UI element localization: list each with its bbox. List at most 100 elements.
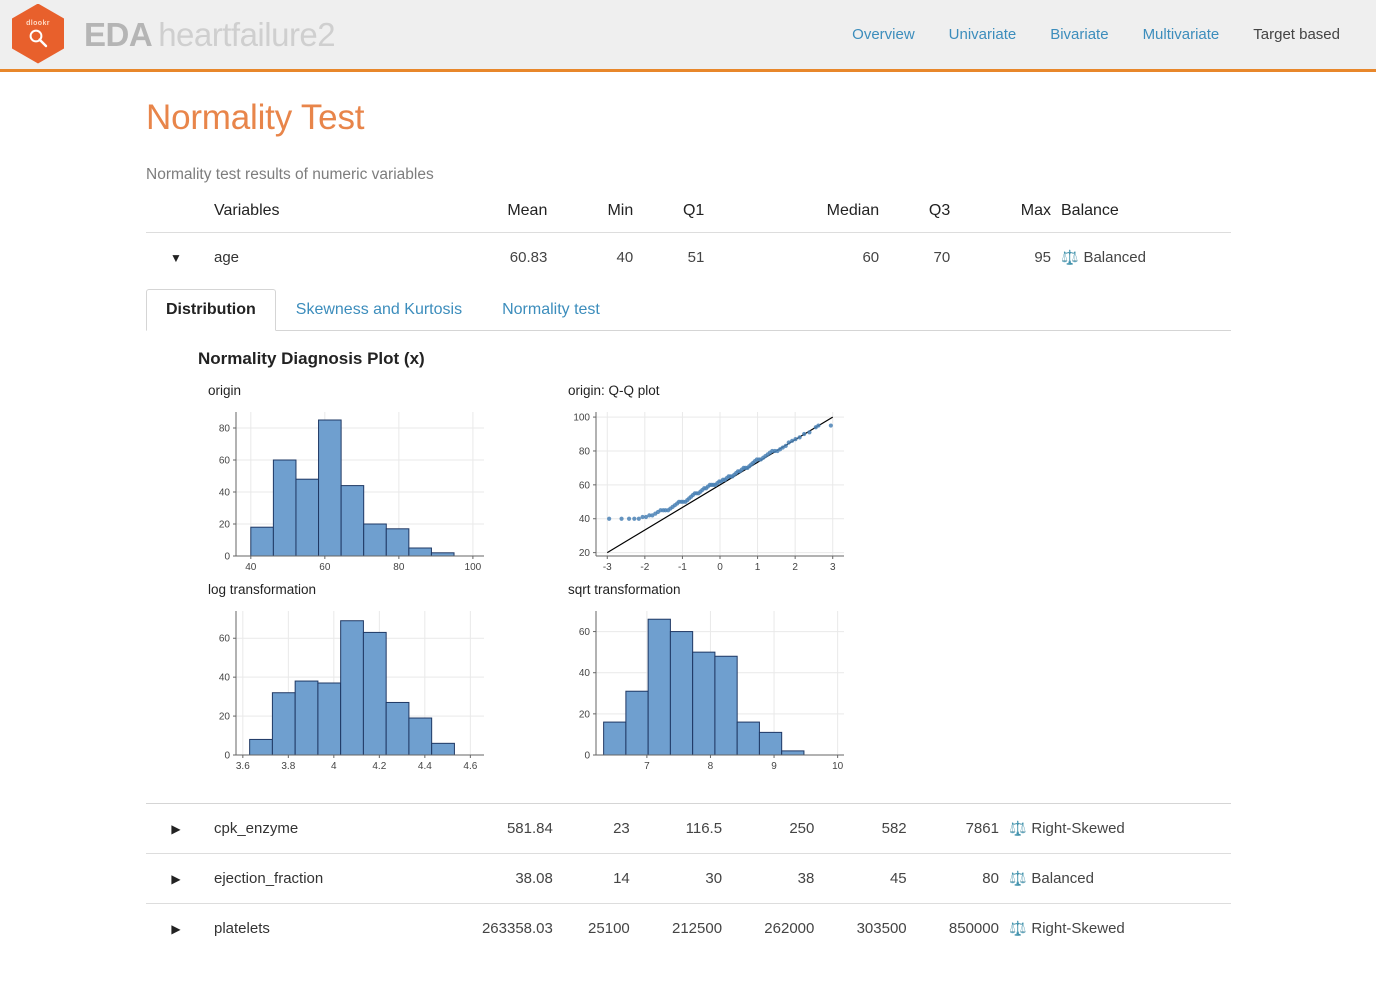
plot-caption-origin: origin xyxy=(208,383,242,398)
col-toggle xyxy=(146,202,206,233)
table-row[interactable]: ▶ cpk_enzyme 581.84 23 116.5 250 582 786… xyxy=(146,804,1231,854)
tab-skewness-and-kurtosis[interactable]: Skewness and Kurtosis xyxy=(276,289,482,331)
cell-q3-age: 70 xyxy=(879,232,951,282)
cell-q1-platelets: 212500 xyxy=(629,903,723,953)
nav-link-bivariate[interactable]: Bivariate xyxy=(1050,26,1108,43)
svg-text:1: 1 xyxy=(755,562,761,573)
svg-text:2: 2 xyxy=(792,562,798,573)
svg-text:10: 10 xyxy=(832,761,844,772)
row-toggle-platelets[interactable]: ▶ xyxy=(146,903,206,953)
svg-text:20: 20 xyxy=(579,709,591,720)
cell-variable-ejection-fraction: ejection_fraction xyxy=(206,853,423,904)
nav-link-multivariate[interactable]: Multivariate xyxy=(1143,26,1220,43)
table-row[interactable]: ▼ age 60.83 40 51 60 70 95 ⚖️ Balanced xyxy=(146,232,1231,282)
balance-label-ejection-fraction: Balanced xyxy=(1031,870,1094,887)
plot-caption-log: log transformation xyxy=(208,582,317,597)
svg-text:4.2: 4.2 xyxy=(372,761,386,772)
plot-qq: origin: Q-Q plot -3 -2 -1 0 1 2 3 20 40 60 80 100 xyxy=(556,383,916,582)
balance-label-age: Balanced xyxy=(1083,249,1146,266)
svg-text:20: 20 xyxy=(579,548,591,559)
svg-text:100: 100 xyxy=(573,413,590,424)
svg-text:20: 20 xyxy=(219,520,231,531)
normality-stats-table-rest: ▶ cpk_enzyme 581.84 23 116.5 250 582 786… xyxy=(146,804,1231,953)
row-toggle-cpk-enzyme[interactable]: ▶ xyxy=(146,804,206,854)
row-toggle-age[interactable]: ▼ xyxy=(146,232,206,282)
nav-link-target-based[interactable]: Target based xyxy=(1253,26,1340,43)
svg-text:3: 3 xyxy=(830,562,836,573)
app-logo[interactable]: dlookr xyxy=(12,3,68,66)
cell-min-platelets: 25100 xyxy=(552,903,630,953)
brand-eda: EDA xyxy=(84,15,153,53)
cell-mean-platelets: 263358.03 xyxy=(422,903,553,953)
main-nav: Overview Univariate Bivariate Multivaria… xyxy=(852,26,1356,43)
diagnosis-plot-grid: origin 40 60 80 100 0 20 40 60 80 origin: Q-Q pl… xyxy=(196,383,1231,781)
plot-caption-sqrt: sqrt transformation xyxy=(568,582,681,597)
balance-scale-icon: ⚖️ xyxy=(1008,870,1027,886)
svg-text:3.6: 3.6 xyxy=(236,761,250,772)
svg-text:80: 80 xyxy=(579,446,591,457)
col-min: Min xyxy=(607,202,634,219)
balance-label-platelets: Right-Skewed xyxy=(1031,920,1125,937)
table-header-row: Variables Mean Min Q1 Median Q3 Max Bala… xyxy=(146,202,1231,233)
svg-text:-2: -2 xyxy=(640,562,649,573)
cell-q3-platelets: 303500 xyxy=(814,903,907,953)
cell-q1-cpk-enzyme: 116.5 xyxy=(685,820,723,837)
brand-dataset: heartfailure2 xyxy=(158,15,336,53)
table-body-bottom: ▶ cpk_enzyme 581.84 23 116.5 250 582 786… xyxy=(146,804,1231,953)
svg-text:0: 0 xyxy=(224,751,230,762)
col-median: Median xyxy=(826,202,880,219)
cell-variable-age: age xyxy=(206,232,414,282)
balance-scale-icon: ⚖️ xyxy=(1008,820,1027,836)
table-body-top: ▼ age 60.83 40 51 60 70 95 ⚖️ Balanced xyxy=(146,232,1231,282)
tab-normality-test[interactable]: Normality test xyxy=(482,289,620,331)
cell-median-ejection-fraction: 38 xyxy=(722,853,815,904)
logo-wordmark: dlookr xyxy=(26,19,50,27)
svg-text:7: 7 xyxy=(644,761,650,772)
col-variables: Variables xyxy=(214,202,280,219)
svg-text:60: 60 xyxy=(219,456,231,467)
nav-link-overview[interactable]: Overview xyxy=(852,26,915,43)
svg-text:60: 60 xyxy=(579,480,591,491)
cell-balance-platelets: ⚖️ Right-Skewed xyxy=(998,903,1231,953)
hexagon-logo-icon: dlookr xyxy=(12,3,64,64)
page-title: Normality Test xyxy=(146,98,365,137)
svg-text:80: 80 xyxy=(393,562,405,573)
magnifier-icon xyxy=(28,28,48,48)
balance-scale-icon: ⚖️ xyxy=(1061,249,1079,265)
age-detail-panel: Distribution Skewness and Kurtosis Norma… xyxy=(146,288,1231,804)
col-q1: Q1 xyxy=(682,202,705,219)
nav-link-univariate[interactable]: Univariate xyxy=(949,26,1017,43)
page-content: Normality Test Normality test results of… xyxy=(0,98,1376,953)
svg-text:0: 0 xyxy=(717,562,723,573)
svg-text:20: 20 xyxy=(219,712,231,723)
brand-title: EDA heartfailure2 xyxy=(84,15,336,54)
cell-max-age: 95 xyxy=(950,232,1051,282)
normality-stats-table: Variables Mean Min Q1 Median Q3 Max Bala… xyxy=(146,202,1231,282)
svg-text:40: 40 xyxy=(219,673,231,684)
cell-q3-ejection-fraction: 45 xyxy=(814,853,907,904)
cell-median-cpk-enzyme: 250 xyxy=(789,820,815,837)
row-toggle-ejection-fraction[interactable]: ▶ xyxy=(146,853,206,904)
col-balance: Balance xyxy=(1061,202,1119,219)
svg-text:4.6: 4.6 xyxy=(463,761,477,772)
origin-histogram-svg: 40 60 80 100 0 20 40 60 80 xyxy=(219,412,484,573)
cell-q3-cpk-enzyme: 582 xyxy=(881,820,907,837)
plot-caption-qq: origin: Q-Q plot xyxy=(568,383,660,398)
log-histogram-svg: 3.6 3.8 4 4.2 4.4 4.6 0 20 40 60 xyxy=(219,611,484,772)
plot-sqrt-histogram: sqrt transformation 7 8 9 10 0 20 40 60 xyxy=(556,582,916,781)
svg-text:4.4: 4.4 xyxy=(418,761,432,772)
cell-balance-cpk-enzyme: ⚖️ Right-Skewed xyxy=(999,804,1231,854)
svg-text:8: 8 xyxy=(708,761,714,772)
svg-text:60: 60 xyxy=(319,562,331,573)
cell-q1-age: 51 xyxy=(633,232,705,282)
svg-text:60: 60 xyxy=(579,627,591,638)
tab-distribution[interactable]: Distribution xyxy=(146,289,276,331)
svg-text:3.8: 3.8 xyxy=(281,761,295,772)
qq-plot-svg: -3 -2 -1 0 1 2 3 20 40 60 80 100 xyxy=(573,412,844,573)
svg-text:0: 0 xyxy=(224,552,230,563)
cell-variable-platelets: platelets xyxy=(206,903,423,953)
cell-max-platelets: 850000 xyxy=(906,903,999,953)
table-row[interactable]: ▶ platelets 263358.03 25100 212500 26200… xyxy=(146,903,1231,953)
plot-log-histogram: log transformation 3.6 3.8 4 4.2 4.4 4.6 0 20 40… xyxy=(196,582,556,781)
table-row[interactable]: ▶ ejection_fraction 38.08 14 30 38 45 80… xyxy=(146,853,1231,904)
